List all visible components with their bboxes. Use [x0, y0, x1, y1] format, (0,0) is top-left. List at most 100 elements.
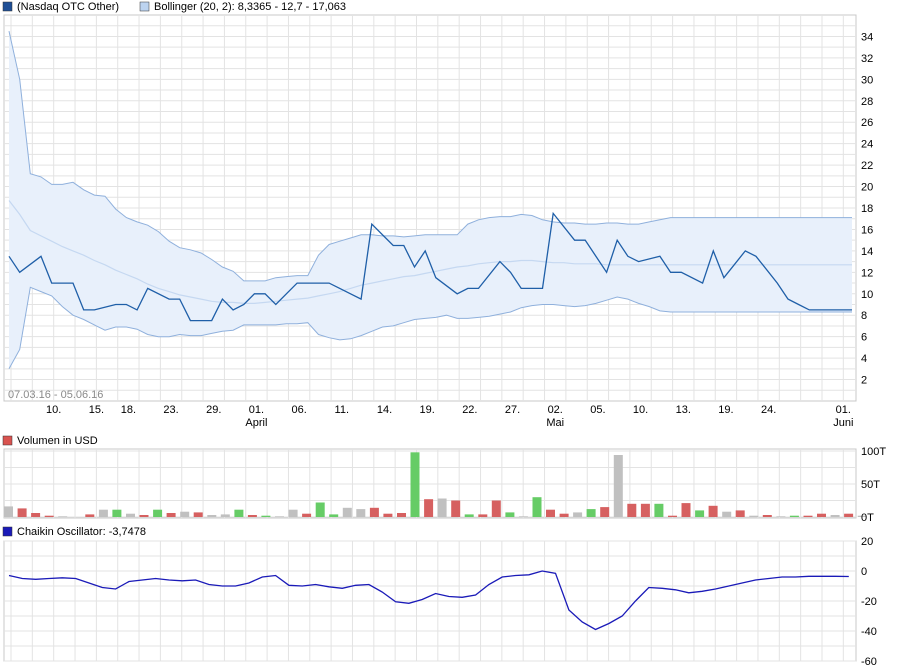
x-tick-label: 29. [206, 404, 221, 416]
volume-bar [437, 498, 447, 517]
series-legend-swatch [2, 1, 13, 12]
month-label: Juni [833, 417, 853, 429]
x-tick-label: 14. [377, 404, 392, 416]
chaikin-grid [4, 540, 856, 662]
volume-bar [207, 515, 217, 517]
x-tick-label: 10. [633, 404, 648, 416]
volume-bar [654, 503, 664, 517]
volume-bar [803, 515, 813, 517]
y-tick-label: 8 [861, 310, 867, 322]
volume-bar [451, 500, 461, 517]
month-label: Mai [546, 417, 564, 429]
bollinger-legend-swatch [139, 1, 150, 12]
volume-bar [397, 513, 406, 517]
volume-bar [139, 515, 149, 517]
series-legend-label: (Nasdaq OTC Other) [17, 1, 119, 13]
date-range-label: 07.03.16 - 05.06.16 [8, 389, 103, 401]
x-tick-label: 13. [676, 404, 691, 416]
volume-bar [17, 508, 27, 517]
volume-panel: Volumen in USD 0T 50T 100T [2, 435, 886, 524]
x-tick-label: 10. [46, 404, 61, 416]
volume-bar [58, 516, 68, 517]
x-tick-label: 05. [590, 404, 605, 416]
y-tick-label: 26 [861, 117, 873, 129]
volume-bar [4, 506, 13, 517]
volume-bar [518, 516, 528, 517]
price-panel: (Nasdaq OTC Other) Bollinger (20, 2): 8,… [2, 1, 873, 429]
price-x-axis: 10. 15. 18. 23. 29. 01. 06. 11. 14. 19. 22. 27. 02. 0… [46, 404, 853, 429]
volume-legend-swatch [2, 435, 13, 446]
y-tick-label: 34 [861, 31, 873, 43]
volume-y-axis: 0T 50T 100T [861, 446, 886, 524]
volume-bar [424, 499, 434, 517]
price-grid [4, 15, 856, 401]
volume-bar [342, 507, 352, 517]
volume-bar [627, 503, 637, 517]
volume-legend-label: Volumen in USD [17, 435, 98, 447]
volume-bar [708, 505, 718, 517]
volume-bar [722, 511, 732, 517]
volume-bar [505, 512, 515, 517]
volume-bar [85, 514, 95, 517]
y-tick-label: 30 [861, 74, 873, 86]
volume-bar [640, 503, 650, 517]
price-legend: (Nasdaq OTC Other) Bollinger (20, 2): 8,… [2, 1, 346, 13]
x-tick-label: 22. [462, 404, 477, 416]
volume-bar [491, 500, 501, 517]
volume-bar [315, 502, 325, 517]
volume-bar [464, 514, 474, 517]
y-tick-label: -60 [861, 656, 877, 668]
x-tick-label: 15. [89, 404, 104, 416]
volume-bar [369, 507, 379, 517]
y-tick-label: 2 [861, 375, 867, 387]
x-tick-label: 01. [836, 404, 851, 416]
month-label: April [245, 417, 267, 429]
volume-bar [681, 503, 691, 517]
y-tick-label: 18 [861, 203, 873, 215]
x-tick-label: 27. [505, 404, 520, 416]
volume-bar [762, 515, 772, 517]
chaikin-legend-label: Chaikin Oscillator: -3,7478 [17, 526, 146, 538]
volume-bar [275, 516, 284, 517]
volume-bar [478, 514, 488, 517]
volume-bar [302, 513, 312, 517]
y-tick-label: 10 [861, 289, 873, 301]
y-tick-label: 20 [861, 182, 873, 194]
x-tick-label: 11. [335, 404, 349, 416]
chaikin-y-axis: -60 -40 -20 0 20 [861, 536, 877, 668]
volume-bar [546, 509, 555, 517]
volume-bar [288, 509, 298, 517]
volume-bar [31, 513, 41, 517]
y-tick-label: 12 [861, 267, 873, 279]
volume-bar [586, 509, 596, 517]
y-tick-label: -20 [861, 596, 877, 608]
y-tick-label: 28 [861, 96, 873, 108]
volume-bar [573, 512, 583, 517]
volume-bar [261, 515, 271, 517]
volume-bar [844, 513, 854, 517]
y-tick-label: -40 [861, 626, 877, 638]
x-tick-label: 19. [420, 404, 435, 416]
y-tick-label: 6 [861, 332, 867, 344]
y-tick-label: 14 [861, 246, 873, 258]
volume-bar [220, 514, 230, 517]
volume-bar [98, 509, 108, 517]
x-tick-label: 18. [121, 404, 136, 416]
volume-bar [532, 497, 542, 517]
x-tick-label: 01. [249, 404, 264, 416]
volume-bars [4, 452, 867, 517]
y-tick-label: 0 [861, 566, 867, 578]
volume-bar [776, 516, 786, 517]
volume-bar [247, 515, 257, 517]
volume-bar [817, 513, 826, 517]
volume-bar [180, 511, 190, 517]
volume-bar [112, 509, 122, 517]
volume-bar [749, 515, 759, 517]
volume-bar [234, 509, 244, 517]
volume-bar [410, 452, 420, 517]
volume-bar [329, 514, 339, 517]
volume-bar [600, 507, 610, 517]
volume-bar [356, 509, 366, 517]
volume-bar [735, 510, 745, 517]
volume-bar [153, 509, 163, 517]
